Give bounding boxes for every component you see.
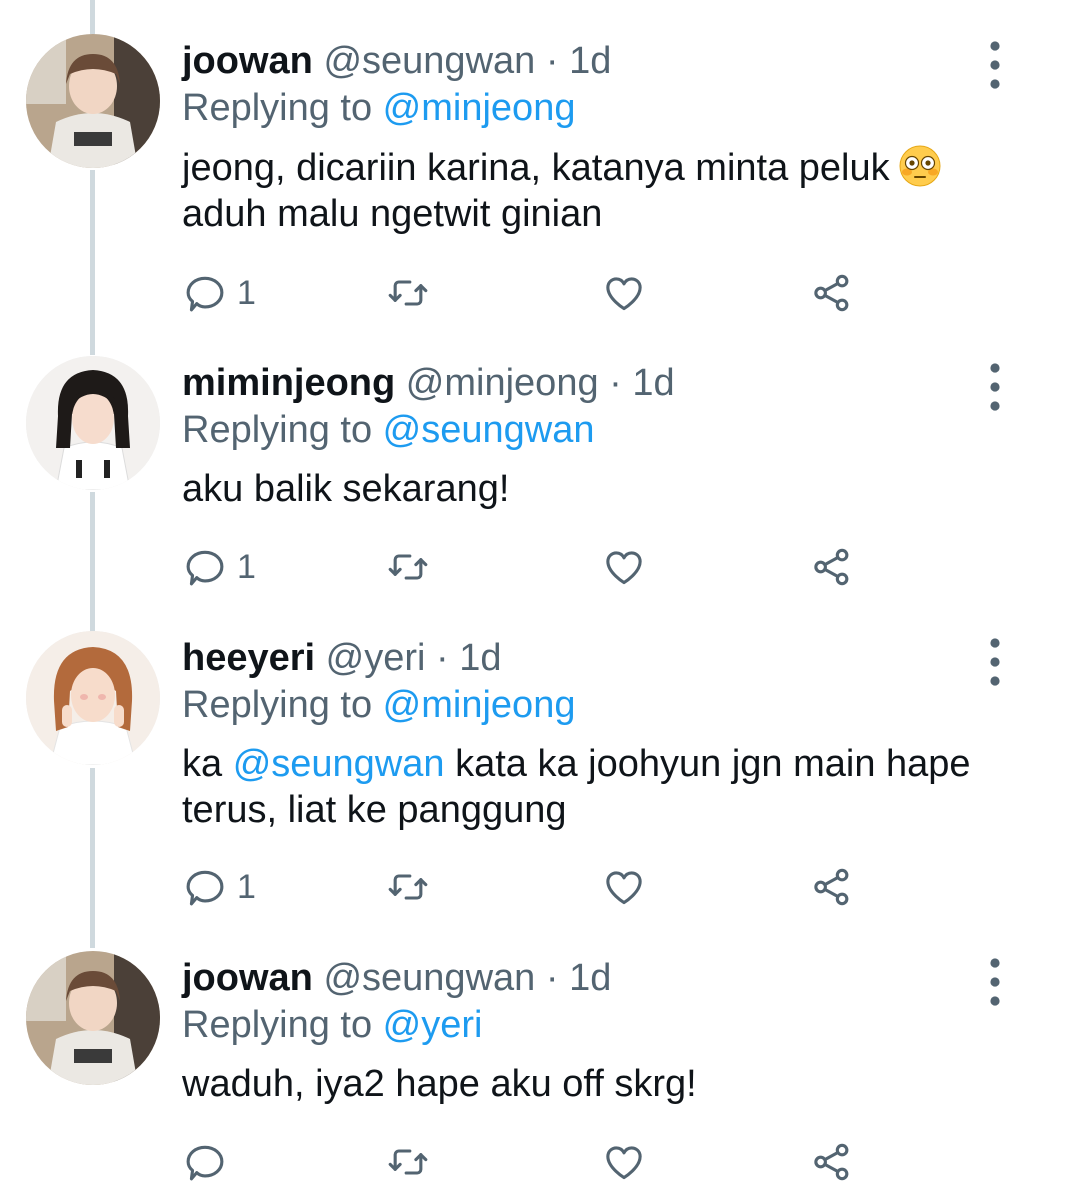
tweet[interactable]: joowan @seungwan · 1d Replying to @minje… (0, 34, 1065, 334)
reply-thread: joowan @seungwan · 1d Replying to @minje… (0, 0, 1065, 1200)
reply-count: 1 (237, 547, 256, 586)
user-handle[interactable]: @minjeong (406, 362, 599, 404)
replying-to-label: Replying to (182, 409, 383, 451)
tweet-text: jeong, dicariin karina, katanya minta pe… (182, 144, 1022, 237)
like-button[interactable] (602, 1137, 646, 1187)
replying-to: Replying to @minjeong (182, 680, 575, 730)
reply-count: 1 (237, 867, 256, 906)
tweet-text-line: terus, liat ke panggung (182, 789, 567, 831)
avatar[interactable] (26, 356, 160, 490)
tweet-actions (180, 1137, 880, 1187)
replying-to-mention[interactable]: @yeri (383, 1004, 483, 1046)
retweet-icon (386, 545, 430, 589)
reply-icon (183, 271, 227, 315)
display-name[interactable]: joowan (182, 40, 313, 82)
share-icon (810, 271, 854, 315)
replying-to: Replying to @seungwan (182, 405, 595, 455)
heart-icon (602, 1140, 646, 1184)
timestamp[interactable]: 1d (569, 957, 611, 999)
share-button[interactable] (810, 862, 854, 912)
avatar[interactable] (26, 951, 160, 1085)
reply-button[interactable]: 1 (183, 542, 256, 592)
tweet-text-segment: ka (182, 743, 233, 785)
heart-icon (602, 545, 646, 589)
replying-to-label: Replying to (182, 87, 383, 129)
reply-icon (183, 865, 227, 909)
retweet-button[interactable] (386, 542, 430, 592)
tweet-text: aku balik sekarang! (182, 466, 1022, 512)
tweet-text: ka @seungwan kata ka joohyun jgn main ha… (182, 741, 1022, 833)
replying-to: Replying to @minjeong (182, 83, 575, 133)
separator-dot: · (609, 362, 622, 404)
separator-dot: · (545, 40, 559, 82)
heart-icon (602, 865, 646, 909)
share-icon (810, 865, 854, 909)
tweet-text-line: aku balik sekarang! (182, 468, 510, 510)
reply-button[interactable]: 1 (183, 268, 256, 318)
heart-icon (602, 271, 646, 315)
tweet-text-segment: kata ka joohyun jgn main hape (444, 743, 971, 785)
replying-to-label: Replying to (182, 684, 383, 726)
tweet-text-line: aduh malu ngetwit ginian (182, 193, 603, 235)
timestamp[interactable]: 1d (459, 637, 501, 679)
tweet-text: waduh, iya2 hape aku off skrg! (182, 1061, 1022, 1107)
share-icon (810, 1140, 854, 1184)
tweet-header: joowan @seungwan · 1d (182, 953, 611, 1003)
share-button[interactable] (810, 542, 854, 592)
replying-to-mention[interactable]: @seungwan (383, 409, 595, 451)
reply-count: 1 (237, 273, 256, 312)
replying-to: Replying to @yeri (182, 1000, 482, 1050)
user-handle[interactable]: @yeri (326, 637, 426, 679)
share-button[interactable] (810, 268, 854, 318)
display-name[interactable]: joowan (182, 957, 313, 999)
retweet-icon (386, 1140, 430, 1184)
separator-dot: · (436, 637, 449, 679)
tweet-actions: 1 (180, 862, 880, 912)
timestamp[interactable]: 1d (569, 40, 611, 82)
like-button[interactable] (602, 542, 646, 592)
retweet-icon (386, 271, 430, 315)
retweet-icon (386, 865, 430, 909)
replying-to-label: Replying to (182, 1004, 383, 1046)
separator-dot: · (545, 957, 559, 999)
share-icon (810, 545, 854, 589)
tweet[interactable]: joowan @seungwan · 1d Replying to @yeri … (0, 951, 1065, 1200)
replying-to-mention[interactable]: @minjeong (383, 87, 576, 129)
retweet-button[interactable] (386, 1137, 430, 1187)
more-options-icon[interactable] (978, 358, 1012, 416)
user-handle[interactable]: @seungwan (323, 957, 535, 999)
tweet-text-line: waduh, iya2 hape aku off skrg! (182, 1063, 697, 1105)
like-button[interactable] (602, 862, 646, 912)
more-options-icon[interactable] (978, 633, 1012, 691)
tweet-mention-link[interactable]: @seungwan (233, 743, 445, 785)
display-name[interactable]: miminjeong (182, 362, 395, 404)
reply-button[interactable]: 1 (183, 862, 256, 912)
reply-icon (183, 545, 227, 589)
tweet-actions: 1 (180, 542, 880, 592)
timestamp[interactable]: 1d (632, 362, 674, 404)
tweet[interactable]: heeyeri @yeri · 1d Replying to @minjeong… (0, 631, 1065, 931)
avatar[interactable] (26, 631, 160, 765)
like-button[interactable] (602, 268, 646, 318)
retweet-button[interactable] (386, 862, 430, 912)
tweet-actions: 1 (180, 268, 880, 318)
tweet-header: joowan @seungwan · 1d (182, 36, 611, 86)
reply-button[interactable] (183, 1137, 237, 1187)
tweet-header: miminjeong @minjeong · 1d (182, 358, 675, 408)
reply-icon (183, 1140, 227, 1184)
tweet-text-line: jeong, dicariin karina, katanya minta pe… (182, 147, 890, 189)
share-button[interactable] (810, 1137, 854, 1187)
replying-to-mention[interactable]: @minjeong (383, 684, 576, 726)
user-handle[interactable]: @seungwan (323, 40, 535, 82)
thread-connector-line (90, 0, 95, 35)
retweet-button[interactable] (386, 268, 430, 318)
more-options-icon[interactable] (978, 36, 1012, 94)
tweet[interactable]: miminjeong @minjeong · 1d Replying to @s… (0, 356, 1065, 656)
tweet-header: heeyeri @yeri · 1d (182, 633, 502, 683)
display-name[interactable]: heeyeri (182, 637, 315, 679)
more-options-icon[interactable] (978, 953, 1012, 1011)
avatar[interactable] (26, 34, 160, 168)
flushed-face-emoji-icon (899, 145, 941, 187)
